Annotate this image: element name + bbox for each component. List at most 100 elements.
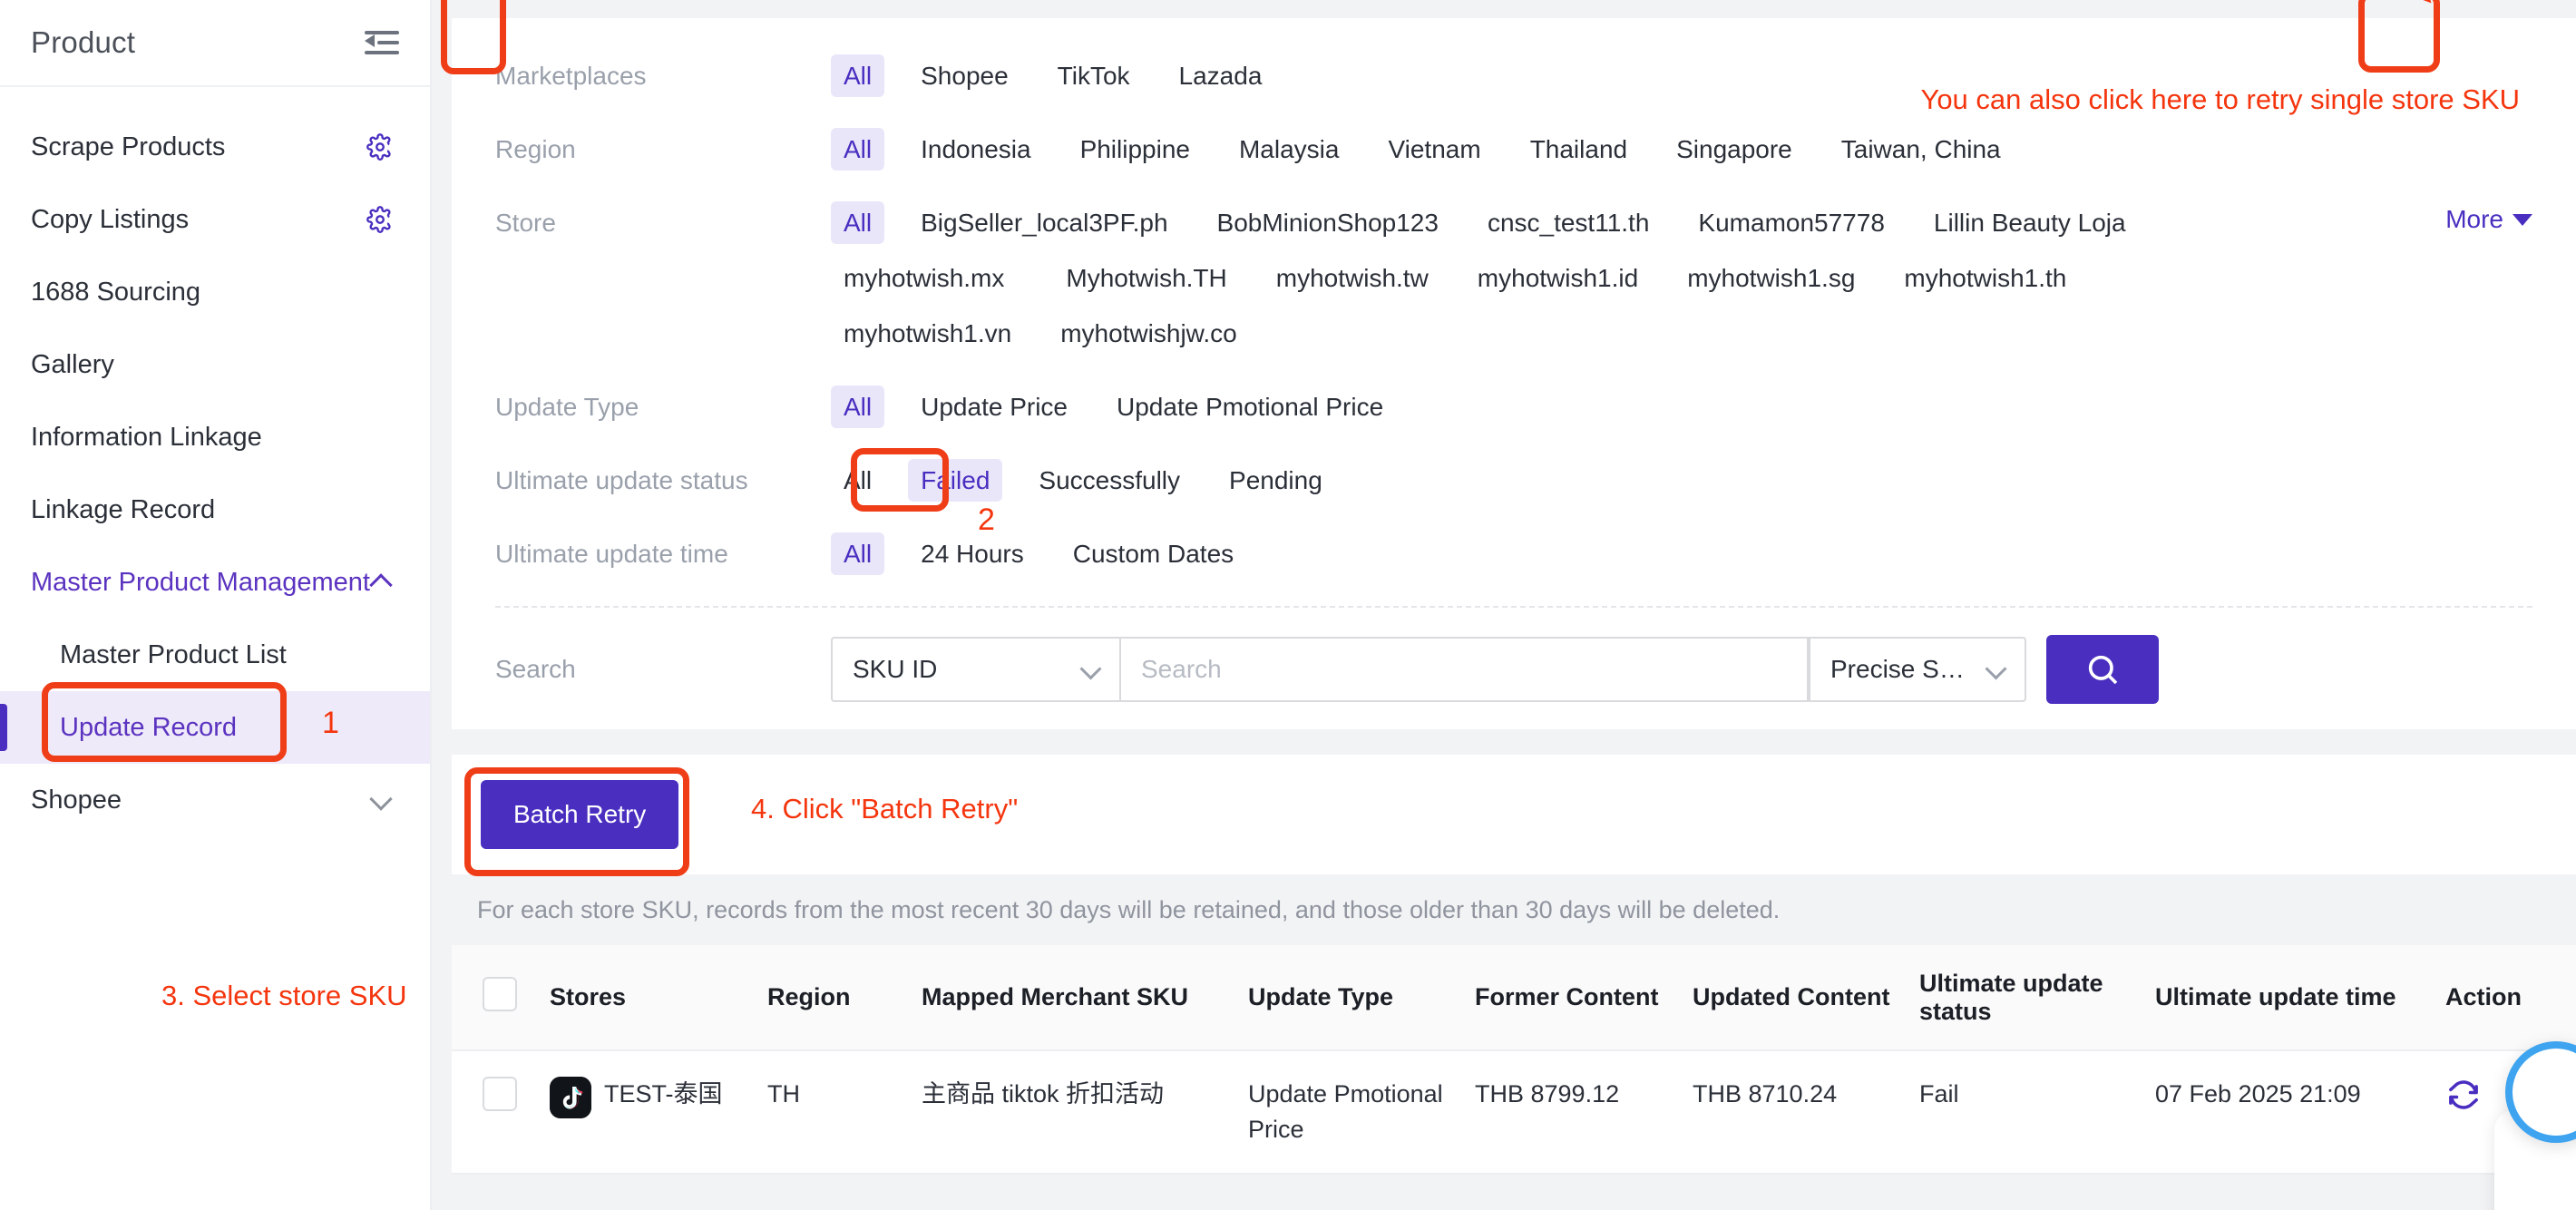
filter-option-custom-dates[interactable]: Custom Dates	[1060, 532, 1246, 575]
gear-icon[interactable]	[366, 206, 394, 233]
retry-icon[interactable]	[2445, 1077, 2482, 1113]
search-match-mode-select[interactable]: Precise Sea...	[1809, 637, 2026, 702]
sidebar-item-update-record[interactable]: Update Record	[0, 691, 430, 764]
filter-option-lazada[interactable]: Lazada	[1166, 54, 1275, 97]
filter-option-malaysia[interactable]: Malaysia	[1226, 128, 1351, 171]
filter-option-pending[interactable]: Pending	[1216, 459, 1335, 502]
more-label: More	[2445, 205, 2503, 234]
gear-icon[interactable]	[366, 133, 394, 161]
sidebar-item-scrape-products[interactable]: Scrape Products	[0, 111, 430, 183]
filter-option-thailand[interactable]: Thailand	[1517, 128, 1640, 171]
filter-option-cnsc-test11-th[interactable]: cnsc_test11.th	[1475, 201, 1662, 244]
search-field-select[interactable]: SKU ID	[831, 637, 1119, 702]
filter-option-update-price[interactable]: Update Price	[908, 385, 1080, 428]
filter-option-kumamon57778[interactable]: Kumamon57778	[1685, 201, 1897, 244]
filter-label: Update Type	[495, 385, 831, 422]
filter-label: Marketplaces	[495, 54, 831, 91]
sidebar-group-shopee[interactable]: Shopee	[0, 764, 430, 836]
filter-option-update-pmotional-price[interactable]: Update Pmotional Price	[1104, 385, 1396, 428]
search-field-value: SKU ID	[853, 655, 937, 684]
filter-option-lillin-beauty-loja[interactable]: Lillin Beauty Loja	[1921, 201, 2139, 244]
row-checkbox[interactable]	[483, 1077, 517, 1111]
cell-store: TEST-泰国	[550, 1050, 767, 1174]
filter-options: All Failed Successfully Pending	[831, 459, 2532, 514]
filter-panel: Marketplaces All Shopee TikTok Lazada Re…	[452, 18, 2576, 729]
sidebar-item-information-linkage[interactable]: Information Linkage	[0, 401, 430, 473]
sidebar-item-copy-listings[interactable]: Copy Listings	[0, 183, 430, 256]
filter-option-all[interactable]: All	[831, 201, 884, 244]
search-match-mode-value: Precise Sea...	[1830, 655, 1977, 684]
table-header-ultimate-update-status: Ultimate update status	[1919, 945, 2155, 1050]
filter-option-bigseller-local3pf-ph[interactable]: BigSeller_local3PF.ph	[908, 201, 1180, 244]
sidebar-item-label: Copy Listings	[31, 205, 189, 235]
search-button[interactable]	[2046, 635, 2159, 704]
annotation-step-3: 3. Select store SKU	[161, 980, 407, 1012]
search-icon	[2084, 651, 2121, 688]
filter-option-singapore[interactable]: Singapore	[1664, 128, 1805, 171]
table-header-update-type: Update Type	[1248, 945, 1475, 1050]
select-all-checkbox[interactable]	[483, 977, 517, 1011]
batch-retry-button[interactable]: Batch Retry	[481, 780, 678, 849]
filter-options: All BigSeller_local3PF.ph BobMinionShop1…	[831, 201, 2532, 367]
filter-row-region: Region All Indonesia Philippine Malaysia…	[452, 128, 2576, 183]
table-row: TEST-泰国 TH 主商品 tiktok 折扣活动 Update Pmotio…	[452, 1050, 2576, 1174]
sidebar-item-label: Gallery	[31, 350, 114, 380]
filter-option-myhotwish-mx[interactable]: myhotwish.mx	[831, 257, 1017, 299]
cell-ultimate-update-status: Fail	[1919, 1050, 2155, 1174]
filter-option-philippine[interactable]: Philippine	[1068, 128, 1203, 171]
filter-option-failed[interactable]: Failed	[908, 459, 1002, 502]
filter-option-all[interactable]: All	[831, 459, 884, 502]
table-header-select-all	[452, 945, 550, 1050]
chevron-down-icon	[1081, 664, 1101, 676]
filter-option-taiwan-china[interactable]: Taiwan, China	[1829, 128, 2014, 171]
filter-option-myhotwish-tw[interactable]: myhotwish.tw	[1264, 257, 1441, 299]
filter-option-myhotwish-th[interactable]: Myhotwish.TH	[1053, 257, 1239, 299]
filter-option-myhotwish1-th[interactable]: myhotwish1.th	[1891, 257, 2079, 299]
filter-option-bobminionshop123[interactable]: BobMinionShop123	[1205, 201, 1451, 244]
cell-update-type: Update Pmotional Price	[1248, 1050, 1475, 1174]
store-name: TEST-泰国	[604, 1077, 723, 1112]
filter-option-myhotwishjw-co[interactable]: myhotwishjw.co	[1048, 312, 1250, 355]
filter-option-indonesia[interactable]: Indonesia	[908, 128, 1043, 171]
filter-option-successfully[interactable]: Successfully	[1026, 459, 1193, 502]
chevron-down-icon	[370, 794, 394, 807]
filter-option-myhotwish1-id[interactable]: myhotwish1.id	[1465, 257, 1651, 299]
store-more-toggle[interactable]: More	[2445, 205, 2532, 234]
sidebar-item-label: Information Linkage	[31, 423, 262, 453]
annotation-step-5: You can also click here to retry single …	[1920, 83, 2520, 116]
collapse-sidebar-icon[interactable]	[365, 29, 399, 56]
table-header-stores: Stores	[550, 945, 767, 1050]
chevron-down-icon	[1986, 664, 2006, 676]
cell-region: TH	[767, 1050, 922, 1174]
filter-option-tiktok[interactable]: TikTok	[1045, 54, 1143, 97]
sidebar-item-1688-sourcing[interactable]: 1688 Sourcing	[0, 256, 430, 328]
sidebar-group-master-product-management[interactable]: Master Product Management	[0, 546, 430, 619]
search-group: SKU ID Precise Sea...	[831, 637, 2026, 702]
cell-updated-content: THB 8710.24	[1693, 1050, 1919, 1174]
filter-option-all[interactable]: All	[831, 54, 884, 97]
sidebar-item-linkage-record[interactable]: Linkage Record	[0, 473, 430, 546]
sidebar-item-gallery[interactable]: Gallery	[0, 328, 430, 401]
sidebar-group-label: Shopee	[31, 786, 122, 815]
sidebar-item-label: Linkage Record	[31, 495, 215, 525]
filter-option-vietnam[interactable]: Vietnam	[1375, 128, 1493, 171]
search-input[interactable]	[1119, 637, 1809, 702]
filter-option-myhotwish1-sg[interactable]: myhotwish1.sg	[1674, 257, 1868, 299]
sidebar-item-master-product-list[interactable]: Master Product List	[0, 619, 430, 691]
update-record-table: Stores Region Mapped Merchant SKU Update…	[452, 945, 2576, 1175]
filter-option-myhotwish1-vn[interactable]: myhotwish1.vn	[831, 312, 1024, 355]
filter-option-all[interactable]: All	[831, 128, 884, 171]
filter-option-shopee[interactable]: Shopee	[908, 54, 1021, 97]
table-header-mapped-merchant-sku: Mapped Merchant SKU	[922, 945, 1248, 1050]
sidebar-subitem-label: Update Record	[60, 713, 237, 743]
sidebar-header: Product	[0, 0, 430, 87]
action-bar: Batch Retry 4. Click "Batch Retry"	[452, 755, 2576, 874]
filter-options: All 24 Hours Custom Dates	[831, 532, 2532, 588]
filter-option-24-hours[interactable]: 24 Hours	[908, 532, 1037, 575]
cell-mapped-merchant-sku: 主商品 tiktok 折扣活动	[922, 1050, 1248, 1174]
filter-option-all[interactable]: All	[831, 532, 884, 575]
annotation-step-1: 1	[322, 706, 339, 741]
filter-option-all[interactable]: All	[831, 385, 884, 428]
filter-label: Region	[495, 128, 831, 164]
filter-label: Ultimate update status	[495, 459, 831, 495]
